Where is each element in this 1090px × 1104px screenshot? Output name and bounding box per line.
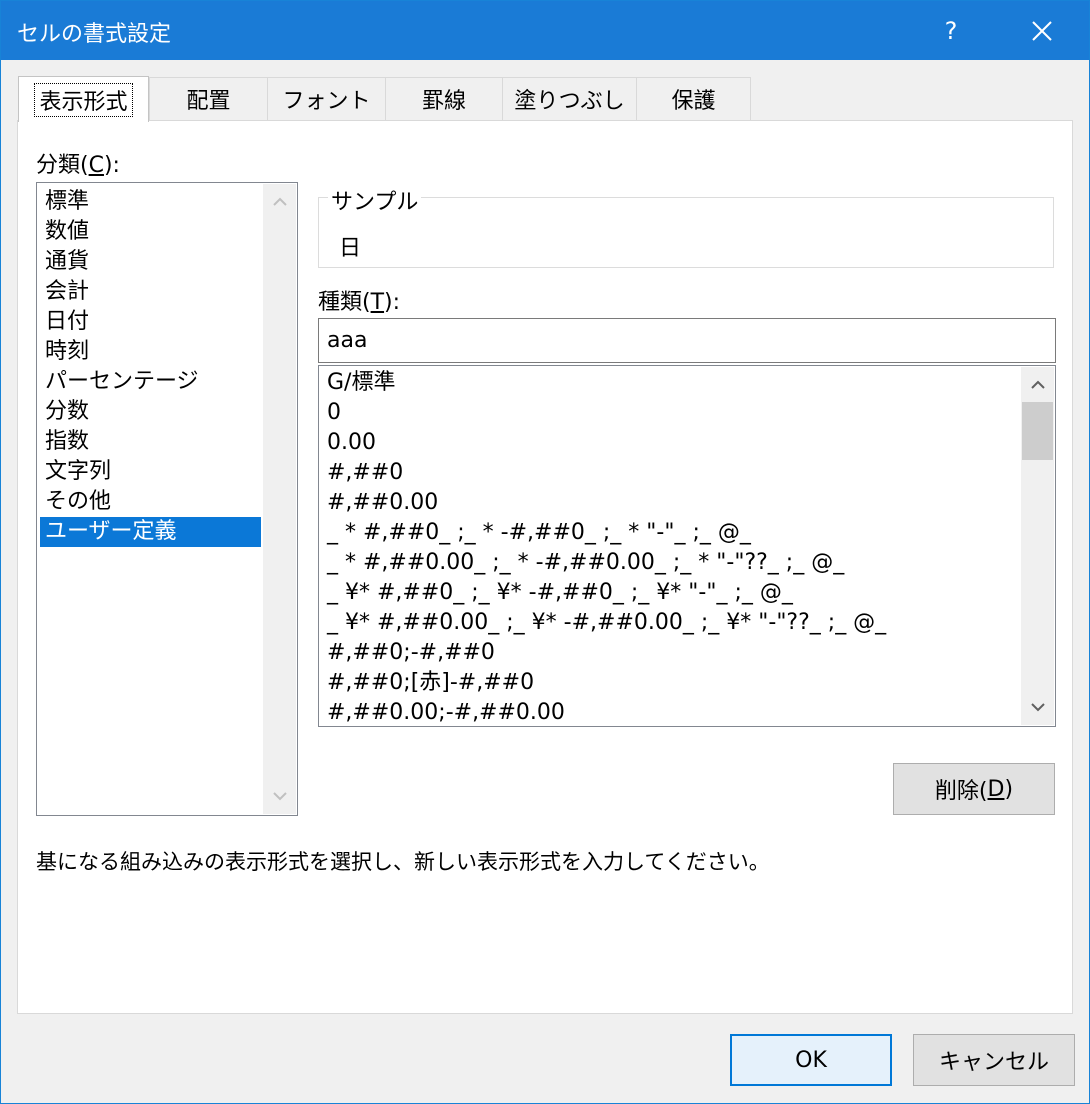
format-item[interactable]: #,##0.00 xyxy=(327,488,438,518)
category-item[interactable]: 標準 xyxy=(40,187,261,217)
category-item[interactable]: 時刻 xyxy=(40,337,261,367)
category-item[interactable]: 文字列 xyxy=(40,457,261,487)
tab-label: 保護 xyxy=(671,89,716,114)
category-list[interactable]: 標準 数値 通貨 会計 日付 時刻 パーセンテージ 分数 指数 文字列 その他 … xyxy=(36,182,298,816)
format-item[interactable]: _ * #,##0_ ;_ * -#,##0_ ;_ * "-"_ ;_ @_ xyxy=(327,518,751,548)
category-item[interactable]: 通貨 xyxy=(40,247,261,277)
format-item[interactable]: #,##0;-#,##0 xyxy=(327,638,495,668)
format-item[interactable]: 0.00 xyxy=(327,428,376,458)
category-item[interactable]: 数値 xyxy=(40,217,261,247)
category-item[interactable]: その他 xyxy=(40,487,261,517)
help-button[interactable]: ? xyxy=(916,1,986,60)
category-label: 分類(C): xyxy=(36,153,120,178)
tab-label: 配置 xyxy=(186,89,231,114)
cancel-button[interactable]: キャンセル xyxy=(913,1034,1075,1086)
format-item[interactable]: #,##0.00;-#,##0.00 xyxy=(327,698,565,726)
scroll-down-button[interactable] xyxy=(263,780,296,814)
tab-border[interactable]: 罫線 xyxy=(385,77,503,120)
category-item[interactable]: 日付 xyxy=(40,307,261,337)
format-item[interactable]: _ ¥* #,##0.00_ ;_ ¥* -#,##0.00_ ;_ ¥* "-… xyxy=(327,608,886,638)
sample-group xyxy=(318,197,1054,268)
tab-number-format[interactable]: 表示形式 xyxy=(18,76,149,122)
scroll-down-button[interactable] xyxy=(1021,691,1054,725)
category-item[interactable]: 会計 xyxy=(40,277,261,307)
description-text: 基になる組み込みの表示形式を選択し、新しい表示形式を入力してください。 xyxy=(36,850,770,874)
sample-caption: サンプル xyxy=(328,184,422,216)
tab-alignment[interactable]: 配置 xyxy=(149,77,268,120)
chevron-down-icon xyxy=(1030,703,1045,712)
tab-label: フォント xyxy=(282,89,371,114)
delete-button[interactable]: 削除(D) xyxy=(893,763,1055,815)
tab-protection[interactable]: 保護 xyxy=(636,77,751,120)
format-list[interactable]: G/標準 0 0.00 #,##0 #,##0.00 _ * #,##0_ ;_… xyxy=(318,365,1056,727)
chevron-up-icon xyxy=(272,197,287,206)
category-item-selected[interactable]: ユーザー定義 xyxy=(40,517,261,547)
tab-label: 罫線 xyxy=(421,89,466,114)
format-item[interactable]: G/標準 xyxy=(327,368,395,398)
format-item[interactable]: #,##0;[赤]-#,##0 xyxy=(327,668,534,698)
title-bar: セルの書式設定 ? xyxy=(1,1,1089,60)
category-item[interactable]: 指数 xyxy=(40,427,261,457)
format-item[interactable]: 0 xyxy=(327,398,341,428)
category-item[interactable]: パーセンテージ xyxy=(40,367,261,397)
tab-fill[interactable]: 塗りつぶし xyxy=(502,77,637,120)
format-scrollbar[interactable] xyxy=(1021,367,1054,725)
tab-label: 表示形式 xyxy=(34,82,133,117)
tab-label: 塗りつぶし xyxy=(514,89,625,114)
type-input[interactable] xyxy=(318,318,1056,363)
help-icon: ? xyxy=(944,16,958,45)
category-scrollbar[interactable] xyxy=(263,184,296,814)
scroll-up-button[interactable] xyxy=(1021,367,1054,401)
sample-value: 日 xyxy=(339,236,362,261)
chevron-up-icon xyxy=(1030,380,1045,389)
scroll-up-button[interactable] xyxy=(263,184,296,218)
format-cells-dialog: セルの書式設定 ? 表示形式 配置 フォント 罫線 塗りつぶし 保護 分類(C)… xyxy=(0,0,1090,1104)
type-label: 種類(T): xyxy=(318,290,401,315)
tab-font[interactable]: フォント xyxy=(267,77,386,120)
category-item[interactable]: 分数 xyxy=(40,397,261,427)
dialog-title: セルの書式設定 xyxy=(17,22,172,47)
format-item[interactable]: _ ¥* #,##0_ ;_ ¥* -#,##0_ ;_ ¥* "-"_ ;_ … xyxy=(327,578,793,608)
format-item[interactable]: _ * #,##0.00_ ;_ * -#,##0.00_ ;_ * "-"??… xyxy=(327,548,844,578)
close-button[interactable] xyxy=(1007,1,1077,60)
close-icon xyxy=(1032,20,1052,41)
format-item[interactable]: #,##0 xyxy=(327,458,403,488)
ok-button[interactable]: OK xyxy=(730,1034,892,1086)
chevron-down-icon xyxy=(272,792,287,801)
scroll-thumb[interactable] xyxy=(1022,402,1053,460)
